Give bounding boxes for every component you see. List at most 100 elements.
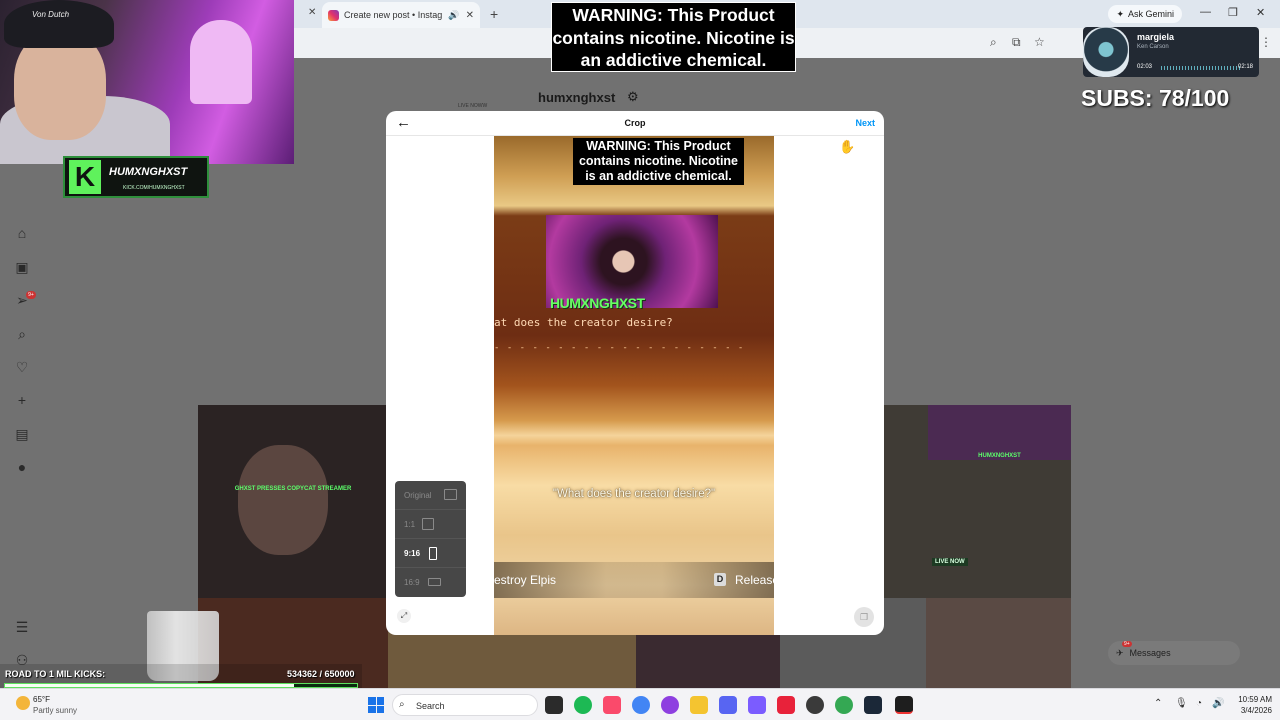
aspect-option-portrait[interactable]: 9:16 — [395, 539, 466, 568]
volume-icon[interactable]: 🔊 — [1212, 698, 1224, 709]
kick-k-icon: K — [69, 160, 101, 194]
live-now-small: LIVE NOWW — [458, 103, 488, 109]
kick-channel-url: KICK.COM/HUMXNGHXST — [123, 185, 185, 191]
post-thumbnail[interactable]: GHXST PRESSES COPYCAT STREAMER — [198, 405, 388, 598]
song-title: margiela — [1137, 32, 1175, 42]
nicotine-warning-inner: WARNING: This Product contains nicotine.… — [573, 138, 744, 185]
task-view-icon[interactable] — [545, 696, 563, 714]
goal-label: ROAD TO 1 MIL KICKS: — [5, 669, 106, 679]
chrome-profile-icon[interactable] — [835, 696, 853, 714]
subs-goal-counter: SUBS: 78/100 — [1081, 85, 1230, 111]
system-clock[interactable]: 10:59 AM 3/4/2026 — [1232, 694, 1272, 716]
close-icon[interactable]: ✕ — [466, 10, 474, 21]
create-icon[interactable]: + — [14, 392, 30, 408]
zoom-icon[interactable]: ⌕ — [990, 35, 997, 50]
ask-gemini-button[interactable]: ✦ Ask Gemini — [1108, 5, 1182, 23]
notification-badge: 9+ — [26, 291, 36, 299]
music-app-icon[interactable] — [603, 696, 621, 714]
close-tab-icon[interactable]: ✕ — [308, 7, 316, 18]
more-menu-icon[interactable]: ☰ — [14, 619, 30, 635]
windows-taskbar: 65°F Partly sunny ⌕ Search ⌃ 🎙 ◔ 🔊 10:59… — [0, 688, 1280, 720]
grab-hand-cursor-icon: ✋ — [839, 139, 856, 154]
search-icon[interactable]: ⌕ — [14, 326, 30, 342]
microphone-icon[interactable]: 🎙 — [1175, 698, 1188, 709]
post-thumbnail[interactable] — [636, 632, 780, 688]
crop-dialog-header: ← Crop Next — [386, 111, 884, 136]
weather-condition[interactable]: Partly sunny — [33, 706, 77, 715]
speaker-icon[interactable]: 🔊 — [448, 10, 459, 21]
obs-icon[interactable] — [661, 696, 679, 714]
song-artist: Ken Carson — [1137, 44, 1169, 50]
profile-username[interactable]: humxnghxst — [538, 90, 615, 105]
song-duration: 02:18 — [1237, 64, 1253, 70]
messages-button[interactable]: ✈ Messages 9+ — [1108, 641, 1240, 665]
ghost-poster — [190, 20, 252, 104]
post-caption: HUMXNGHXST — [978, 453, 1021, 459]
home-icon[interactable]: ⌂ — [14, 225, 30, 241]
app-icon-red[interactable] — [777, 696, 795, 714]
minimize-icon[interactable]: — — [1200, 6, 1211, 18]
taskbar-search[interactable]: ⌕ Search — [392, 694, 538, 716]
aspect-label: Original — [404, 491, 432, 500]
steam-icon[interactable] — [864, 696, 882, 714]
instagram-icon — [328, 9, 339, 21]
app-icon-dark[interactable] — [806, 696, 824, 714]
live-now-tag: LIVE NOW — [932, 558, 968, 566]
post-thumbnail[interactable] — [926, 598, 1071, 688]
heart-icon[interactable]: ♡ — [14, 359, 30, 375]
now-playing-widget: margiela Ken Carson 02:03 02:18 — [1083, 27, 1259, 77]
tab-title: Create new post • Instagram — [344, 10, 443, 20]
tab-instagram[interactable]: Create new post • Instagram 🔊 ✕ — [322, 2, 480, 28]
image-icon — [444, 489, 457, 500]
action-left-text: estroy Elpis — [494, 573, 557, 587]
post-thumbnail[interactable]: HUMXNGHXST LIVE NOW — [884, 405, 1071, 598]
game-action-bar: estroy Elpis D Release — [494, 562, 774, 598]
select-multiple-icon[interactable]: ❐ — [854, 607, 874, 627]
bookmark-star-icon[interactable]: ☆ — [1034, 35, 1045, 49]
aspect-option-original[interactable]: Original — [395, 481, 466, 510]
messages-badge: 9+ — [1122, 641, 1132, 647]
nicotine-warning-overlay: WARNING: This Product contains nicotine.… — [551, 2, 796, 72]
spotify-icon[interactable] — [574, 696, 592, 714]
streamer-hat — [4, 0, 114, 48]
weather-sun-icon[interactable] — [16, 696, 30, 710]
new-tab-button[interactable]: + — [490, 6, 498, 22]
restore-icon[interactable]: ❐ — [1228, 6, 1238, 19]
search-icon: ⌕ — [399, 699, 405, 710]
ask-gemini-label: Ask Gemini — [1127, 9, 1174, 19]
aspect-label: 9:16 — [404, 549, 421, 558]
profile-avatar-icon[interactable]: ● — [14, 459, 30, 475]
next-button[interactable]: Next — [855, 118, 875, 128]
post-thumbnail[interactable] — [388, 632, 636, 688]
clock-time: 10:59 AM — [1238, 695, 1272, 704]
reels-icon[interactable]: ▣ — [14, 259, 30, 275]
gemini-icon: ✦ — [1116, 8, 1124, 19]
audio-visualizer — [1161, 66, 1241, 70]
aspect-ratio-menu: Original 1:1 9:16 16:9 — [395, 481, 466, 597]
crop-preview-video[interactable]: WARNING: This Product contains nicotine.… — [494, 136, 774, 635]
search-placeholder: Search — [416, 701, 445, 711]
expand-icon[interactable]: ⤢ — [397, 609, 411, 623]
game-subtitle: "What does the creator desire?" — [552, 488, 716, 500]
wifi-icon[interactable]: ◔ — [1196, 698, 1202, 709]
windows-start-icon[interactable] — [368, 697, 384, 713]
file-explorer-icon[interactable] — [690, 696, 708, 714]
chrome-icon[interactable] — [632, 696, 650, 714]
aspect-option-landscape[interactable]: 16:9 — [395, 568, 466, 597]
tray-chevron-icon[interactable]: ⌃ — [1154, 698, 1162, 709]
messages-icon: ✈ — [1116, 647, 1124, 658]
dashboard-icon[interactable]: ▤ — [14, 426, 30, 442]
album-art — [1083, 27, 1129, 77]
close-window-icon[interactable]: ✕ — [1256, 6, 1265, 19]
goal-value: 534362 / 650000 — [287, 669, 355, 679]
install-app-icon[interactable]: ⧉ — [1012, 35, 1021, 50]
menu-dots-icon[interactable]: ⋮ — [1260, 35, 1272, 49]
weather-temperature[interactable]: 65°F — [33, 695, 50, 704]
twitch-icon[interactable] — [748, 696, 766, 714]
aspect-option-square[interactable]: 1:1 — [395, 510, 466, 539]
terminal-app-icon[interactable] — [895, 696, 913, 714]
discord-icon[interactable] — [719, 696, 737, 714]
settings-gear-icon[interactable]: ⚙ — [627, 89, 639, 105]
key-prompt: D — [714, 573, 726, 586]
aspect-label: 1:1 — [404, 520, 416, 529]
